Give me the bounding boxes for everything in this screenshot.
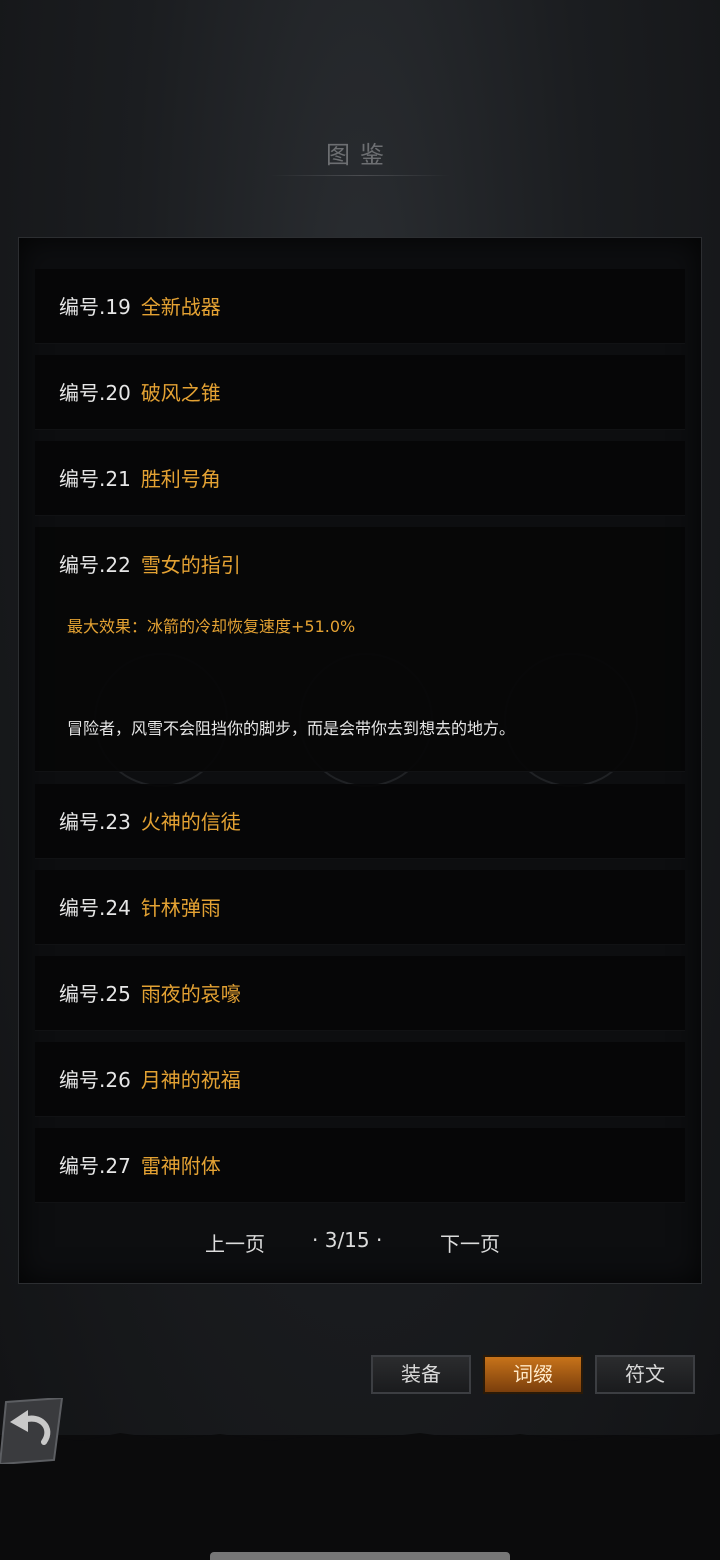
tab-equipment[interactable]: 装备 xyxy=(371,1355,471,1394)
list-item[interactable]: 编号.26 月神的祝福 xyxy=(35,1042,685,1117)
entry-number: 编号.20 xyxy=(59,381,131,405)
list-item[interactable]: 编号.27 雷神附体 xyxy=(35,1128,685,1203)
entry-name: 月神的祝福 xyxy=(140,1068,241,1092)
list-item[interactable]: 编号.21 胜利号角 xyxy=(35,441,685,516)
entry-name: 雪女的指引 xyxy=(140,553,241,577)
entry-number: 编号.19 xyxy=(59,295,131,319)
entry-name: 破风之锥 xyxy=(140,381,221,405)
home-indicator[interactable] xyxy=(210,1552,510,1560)
entry-name: 针林弹雨 xyxy=(140,896,221,920)
back-button[interactable] xyxy=(0,1396,64,1466)
entry-number: 编号.25 xyxy=(59,982,131,1006)
list-item[interactable]: 编号.19 全新战器 xyxy=(35,269,685,344)
tab-affix[interactable]: 词缀 xyxy=(483,1355,583,1394)
entry-name: 胜利号角 xyxy=(140,467,221,491)
list-item-expanded[interactable]: 编号.22 雪女的指引 最大效果：冰箭的冷却恢复速度+51.0% 冒险者，风雪不会… xyxy=(35,527,685,772)
torn-edge xyxy=(0,1433,720,1449)
entry-name: 火神的信徒 xyxy=(140,810,241,834)
list-item[interactable]: 编号.20 破风之锥 xyxy=(35,355,685,430)
entry-number: 编号.21 xyxy=(59,467,131,491)
entry-name: 雷神附体 xyxy=(140,1154,221,1178)
entry-number: 编号.26 xyxy=(59,1068,131,1092)
back-arrow-icon xyxy=(0,1396,64,1466)
entry-number: 编号.27 xyxy=(59,1154,131,1178)
bottom-band xyxy=(0,1433,720,1560)
tab-rune[interactable]: 符文 xyxy=(595,1355,695,1394)
prev-page-button[interactable]: 上一页 xyxy=(205,1228,265,1257)
entry-effect: 最大效果：冰箭的冷却恢复速度+51.0% xyxy=(67,617,356,636)
entry-number: 编号.24 xyxy=(59,896,131,920)
page-title: 图鉴 xyxy=(326,141,394,169)
entry-number: 编号.22 xyxy=(59,553,131,577)
entry-lore: 冒险者，风雪不会阻挡你的脚步，而是会带你去到想去的地方。 xyxy=(67,719,516,738)
entry-name: 全新战器 xyxy=(140,295,221,319)
entry-number: 编号.23 xyxy=(59,810,131,834)
list-item[interactable]: 编号.23 火神的信徒 xyxy=(35,784,685,859)
list-item[interactable]: 编号.25 雨夜的哀嚎 xyxy=(35,956,685,1031)
title-divider xyxy=(270,175,450,176)
page-indicator: · 3/15 · xyxy=(312,1228,383,1252)
list-item[interactable]: 编号.24 针林弹雨 xyxy=(35,870,685,945)
entry-name: 雨夜的哀嚎 xyxy=(140,982,241,1006)
next-page-button[interactable]: 下一页 xyxy=(440,1228,500,1257)
